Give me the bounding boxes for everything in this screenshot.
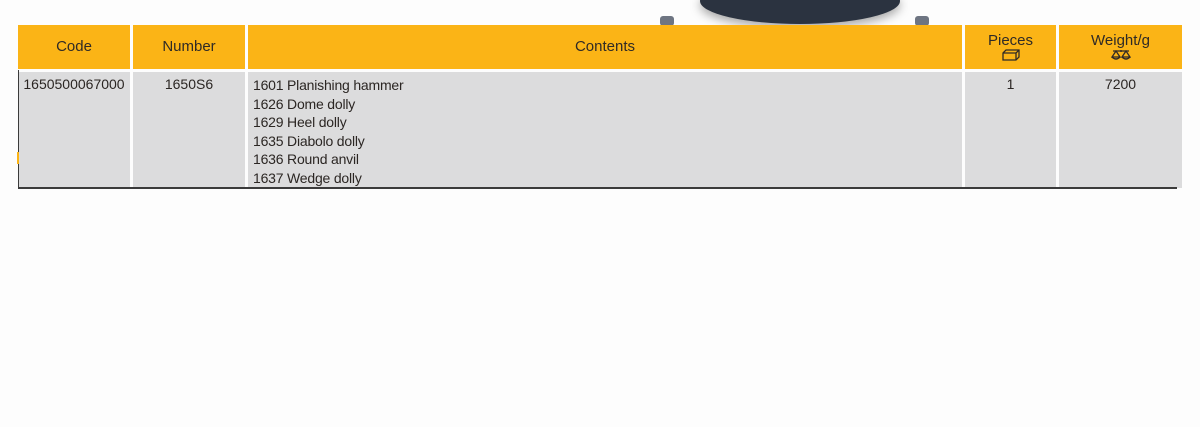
header-pieces-label: Pieces bbox=[987, 32, 1034, 49]
cell-number: 1650S6 bbox=[133, 72, 245, 188]
content-item: 1601 Planishing hammer bbox=[253, 77, 404, 93]
content-item: 1636 Round anvil bbox=[253, 151, 359, 167]
product-table: Code Number Contents Pieces Weight/g 165… bbox=[15, 25, 1185, 188]
product-body bbox=[700, 0, 900, 24]
cell-pieces: 1 bbox=[965, 72, 1056, 188]
product-table-wrapper: Code Number Contents Pieces Weight/g 165… bbox=[18, 25, 1182, 188]
cell-weight: 7200 bbox=[1059, 72, 1182, 188]
header-contents: Contents bbox=[248, 25, 962, 72]
header-contents-label: Contents bbox=[574, 38, 636, 55]
table-row: 1650500067000 1650S6 1601 Planishing ham… bbox=[18, 72, 1182, 188]
scale-icon bbox=[1110, 49, 1131, 60]
decorative-tick bbox=[17, 152, 19, 164]
table-header-row: Code Number Contents Pieces Weight/g bbox=[18, 25, 1182, 72]
table-bottom-border bbox=[18, 187, 1177, 189]
header-code: Code bbox=[18, 25, 130, 72]
header-weight: Weight/g bbox=[1059, 25, 1182, 72]
content-item: 1626 Dome dolly bbox=[253, 95, 356, 112]
content-item: 1629 Heel dolly bbox=[253, 114, 347, 130]
table-left-border bbox=[18, 70, 19, 188]
header-pieces: Pieces bbox=[965, 25, 1056, 72]
box-icon bbox=[1001, 49, 1020, 61]
header-weight-label: Weight/g bbox=[1091, 32, 1150, 49]
header-number: Number bbox=[133, 25, 245, 72]
content-item: 1637 Wedge dolly bbox=[253, 169, 362, 186]
cell-code: 1650500067000 bbox=[18, 72, 130, 188]
content-item: 1635 Diabolo dolly bbox=[253, 132, 365, 149]
header-number-label: Number bbox=[162, 38, 216, 55]
page: Code Number Contents Pieces Weight/g 165… bbox=[0, 0, 1200, 427]
header-code-label: Code bbox=[56, 38, 92, 55]
cell-contents: 1601 Planishing hammer 1626 Dome dolly 1… bbox=[248, 72, 962, 188]
